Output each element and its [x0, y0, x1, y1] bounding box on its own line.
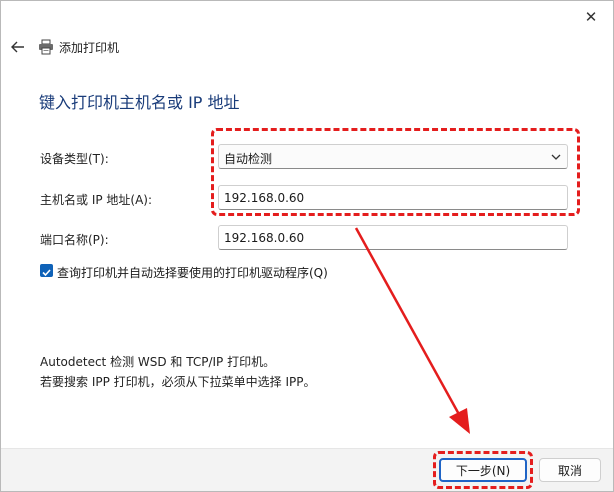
checkmark-icon [42, 269, 51, 277]
device-type-label: 设备类型(T): [40, 152, 109, 166]
info-text-line-1: Autodetect 检测 WSD 和 TCP/IP 打印机。 [40, 355, 276, 369]
info-text-line-2: 若要搜索 IPP 打印机，必须从下拉菜单中选择 IPP。 [40, 375, 316, 389]
next-button[interactable]: 下一步(N) [439, 458, 527, 482]
page-heading: 键入打印机主机名或 IP 地址 [39, 93, 240, 112]
device-type-value: 自动检测 [224, 152, 273, 166]
dialog-title: 添加打印机 [59, 41, 120, 55]
auto-driver-label[interactable]: 查询打印机并自动选择要使用的打印机驱动程序(Q) [57, 264, 328, 281]
printer-icon [39, 39, 53, 55]
port-label: 端口名称(P): [40, 233, 109, 247]
cancel-button[interactable]: 取消 [539, 458, 601, 482]
close-button[interactable]: ✕ [579, 7, 603, 27]
chevron-down-icon [551, 154, 561, 160]
add-printer-dialog: ✕ 添加打印机 键入打印机主机名或 IP 地址 设备类型(T): 自动检测 主机… [0, 0, 614, 492]
close-icon: ✕ [584, 8, 598, 26]
device-type-select[interactable]: 自动检测 [218, 144, 568, 169]
port-input[interactable] [218, 225, 568, 250]
dialog-footer: 下一步(N) 取消 [1, 448, 613, 491]
back-arrow-icon [11, 41, 24, 53]
back-button[interactable] [9, 38, 27, 56]
host-input[interactable] [218, 185, 568, 210]
host-label: 主机名或 IP 地址(A): [40, 193, 153, 207]
auto-driver-checkbox[interactable] [40, 264, 53, 277]
